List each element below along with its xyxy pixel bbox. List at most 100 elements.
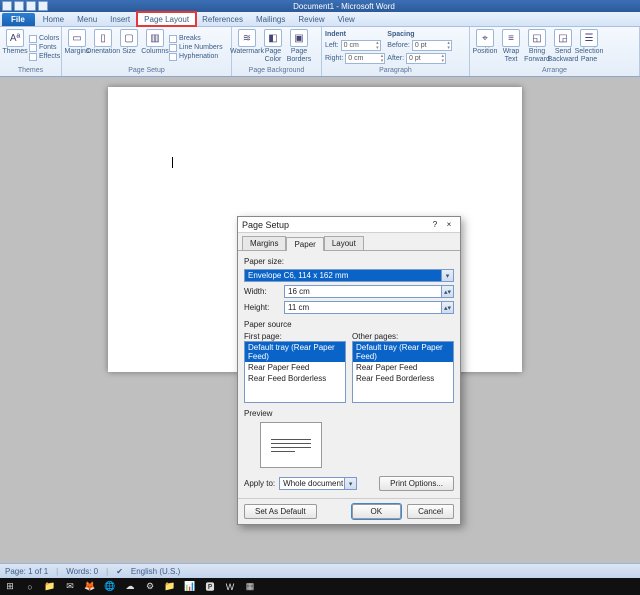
group-page-background: ≋Watermark ◧Page Color ▣Page Borders Pag…	[232, 27, 322, 76]
tab-home[interactable]: Home	[37, 12, 71, 26]
page-color-button[interactable]: ◧Page Color	[261, 29, 285, 66]
width-input[interactable]: 16 cm▴▾	[284, 285, 454, 298]
spacing-before[interactable]: Before:0 pt	[387, 40, 452, 51]
window-title: Document1 - Microsoft Word	[50, 2, 638, 11]
size-button[interactable]: ▢Size	[117, 29, 141, 66]
apply-to-combo[interactable]: Whole document▾	[279, 477, 357, 490]
tab-menu[interactable]: Menu	[71, 12, 104, 26]
effects-row[interactable]: Effects	[29, 53, 60, 61]
settings-icon[interactable]: ⚙	[142, 580, 158, 594]
first-page-list[interactable]: Default tray (Rear Paper Feed) Rear Pape…	[244, 341, 346, 403]
page-setup-dialog: Page Setup ? × Margins Paper Layout Pape…	[237, 216, 461, 525]
dtab-paper[interactable]: Paper	[286, 237, 323, 251]
word-task-icon[interactable]: W	[222, 580, 238, 594]
bring-forward-button[interactable]: ◱Bring Forward	[525, 29, 549, 66]
dialog-close-icon[interactable]: ×	[442, 220, 456, 229]
dialog-footer: Set As Default OK Cancel	[238, 498, 460, 524]
print-options-button[interactable]: Print Options...	[379, 476, 454, 491]
cancel-button[interactable]: Cancel	[407, 504, 454, 519]
powerpoint-icon[interactable]: 🅿	[202, 580, 218, 594]
orientation-button[interactable]: ▯Orientation	[91, 29, 115, 66]
dtab-margins[interactable]: Margins	[242, 236, 286, 250]
tab-mailings[interactable]: Mailings	[250, 12, 292, 26]
dialog-titlebar: Page Setup ? ×	[238, 217, 460, 233]
qat-redo-icon[interactable]	[38, 1, 48, 11]
spacing-after[interactable]: After:0 pt	[387, 53, 452, 64]
group-paragraph: Indent Left:0 cm Right:0 cm Spacing Befo…	[322, 27, 470, 76]
dialog-body: Paper size: Envelope C6, 114 x 162 mm▾ W…	[238, 250, 460, 498]
group-themes: AªThemes Colors Fonts Effects Themes	[0, 27, 62, 76]
paper-size-label: Paper size:	[244, 257, 454, 266]
paper-source-label: Paper source	[244, 320, 454, 329]
edge-icon[interactable]: 🌐	[102, 580, 118, 594]
status-language[interactable]: English (U.S.)	[131, 567, 180, 576]
height-row: Height: 11 cm▴▾	[244, 301, 454, 314]
excel-icon[interactable]: 📊	[182, 580, 198, 594]
tab-page-layout[interactable]: Page Layout	[137, 12, 196, 26]
other-task-icon[interactable]: ▦	[242, 580, 258, 594]
group-arrange-label: Arrange	[473, 66, 636, 76]
selection-pane-button[interactable]: ☰Selection Pane	[577, 29, 601, 66]
first-page-label: First page:	[244, 332, 346, 341]
position-button[interactable]: ⌖Position	[473, 29, 497, 66]
watermark-button[interactable]: ≋Watermark	[235, 29, 259, 66]
themes-button[interactable]: AªThemes	[3, 29, 27, 66]
wrap-text-button[interactable]: ≡Wrap Text	[499, 29, 523, 66]
breaks-row[interactable]: Breaks	[169, 35, 223, 43]
group-arrange: ⌖Position ≡Wrap Text ◱Bring Forward ◲Sen…	[470, 27, 640, 76]
status-page[interactable]: Page: 1 of 1	[5, 567, 48, 576]
set-default-button[interactable]: Set As Default	[244, 504, 317, 519]
dialog-tabs: Margins Paper Layout	[238, 233, 460, 250]
height-label: Height:	[244, 303, 280, 312]
line-numbers-row[interactable]: Line Numbers	[169, 44, 223, 52]
colors-row[interactable]: Colors	[29, 35, 60, 43]
dtab-layout[interactable]: Layout	[324, 236, 364, 250]
ribbon-tabs: File Home Menu Insert Page Layout Refere…	[0, 12, 640, 27]
word-icon	[2, 1, 12, 11]
apply-to-label: Apply to:	[244, 479, 275, 488]
ok-button[interactable]: OK	[352, 504, 402, 519]
height-input[interactable]: 11 cm▴▾	[284, 301, 454, 314]
mail-icon[interactable]: ✉	[62, 580, 78, 594]
explorer-icon[interactable]: 📁	[42, 580, 58, 594]
fonts-row[interactable]: Fonts	[29, 44, 60, 52]
send-backward-button[interactable]: ◲Send Backward	[551, 29, 575, 66]
other-pages-list[interactable]: Default tray (Rear Paper Feed) Rear Pape…	[352, 341, 454, 403]
columns-button[interactable]: ▥Columns	[143, 29, 167, 66]
hyphenation-row[interactable]: Hyphenation	[169, 53, 223, 61]
text-cursor	[172, 157, 173, 168]
tab-file[interactable]: File	[2, 13, 35, 26]
status-bar: Page: 1 of 1| Words: 0| ✔ English (U.S.)	[0, 563, 640, 578]
dialog-help-icon[interactable]: ?	[428, 220, 442, 229]
width-row: Width: 16 cm▴▾	[244, 285, 454, 298]
group-page-bg-label: Page Background	[235, 66, 318, 76]
group-page-setup-label: Page Setup	[65, 66, 228, 76]
onedrive-icon[interactable]: ☁	[122, 580, 138, 594]
paper-size-combo[interactable]: Envelope C6, 114 x 162 mm▾	[244, 269, 454, 282]
cortana-icon[interactable]: ○	[22, 580, 38, 594]
indent-left[interactable]: Left:0 cm	[325, 40, 385, 51]
page-borders-button[interactable]: ▣Page Borders	[287, 29, 311, 66]
firefox-icon[interactable]: 🦊	[82, 580, 98, 594]
tab-references[interactable]: References	[196, 12, 250, 26]
status-proof-icon[interactable]: ✔	[116, 567, 123, 576]
group-page-setup: ▭Margins ▯Orientation ▢Size ▥Columns Bre…	[62, 27, 232, 76]
taskbar: ⊞ ○ 📁 ✉ 🦊 🌐 ☁ ⚙ 📁 📊 🅿 W ▦	[0, 578, 640, 595]
ribbon: AªThemes Colors Fonts Effects Themes ▭Ma…	[0, 27, 640, 77]
qat-save-icon[interactable]	[14, 1, 24, 11]
spacing-header: Spacing	[387, 31, 452, 38]
indent-header: Indent	[325, 31, 385, 38]
quick-access-toolbar: Document1 - Microsoft Word	[0, 0, 640, 12]
folder-icon[interactable]: 📁	[162, 580, 178, 594]
tab-view[interactable]: View	[332, 12, 362, 26]
group-paragraph-label: Paragraph	[325, 66, 466, 76]
preview-thumbnail	[260, 422, 322, 468]
status-words[interactable]: Words: 0	[66, 567, 98, 576]
tab-review[interactable]: Review	[292, 12, 331, 26]
qat-undo-icon[interactable]	[26, 1, 36, 11]
width-label: Width:	[244, 287, 280, 296]
group-themes-label: Themes	[3, 66, 58, 76]
indent-right[interactable]: Right:0 cm	[325, 53, 385, 64]
tab-insert[interactable]: Insert	[104, 12, 137, 26]
start-icon[interactable]: ⊞	[2, 580, 18, 594]
